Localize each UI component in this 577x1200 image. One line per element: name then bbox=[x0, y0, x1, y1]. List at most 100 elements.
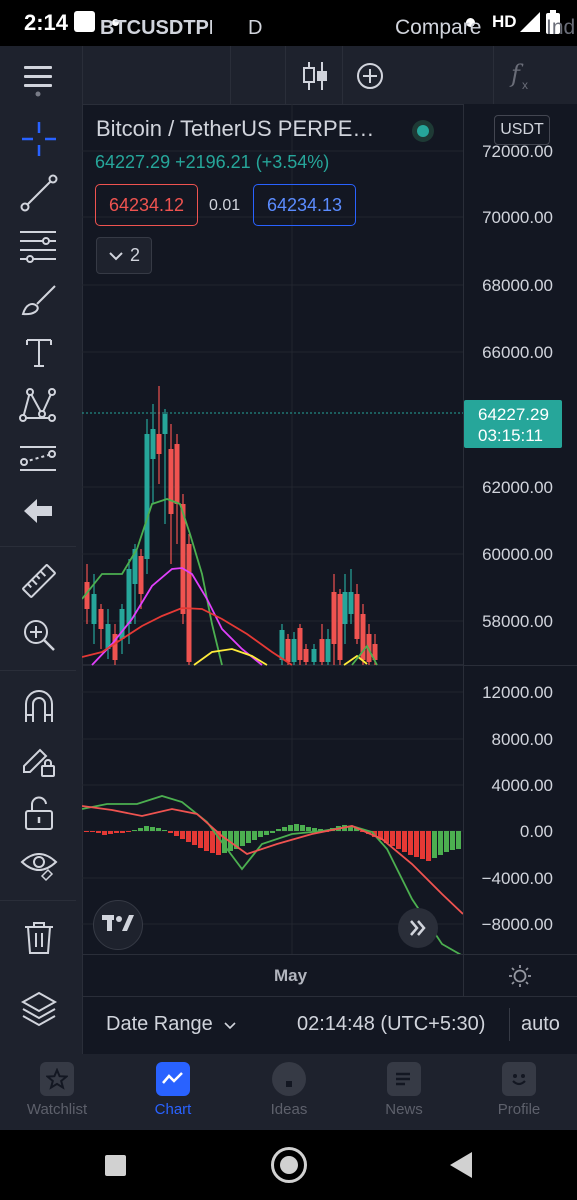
price-chart[interactable] bbox=[82, 104, 463, 954]
candle-body bbox=[162, 414, 168, 434]
back-icon[interactable] bbox=[450, 1152, 472, 1178]
magnet-icon[interactable] bbox=[20, 688, 58, 726]
change-percent: (+3.54%) bbox=[255, 152, 330, 172]
lock-drawing-icon[interactable] bbox=[20, 742, 58, 780]
last-price-axis-value: 64227.29 bbox=[478, 405, 549, 424]
nav-chart[interactable]: Chart bbox=[123, 1062, 223, 1126]
symbol-search-button[interactable]: BTCUSDTPE bbox=[100, 17, 212, 40]
indicator-tick: 12000.00 bbox=[482, 683, 553, 702]
status-time: 2:14 bbox=[24, 10, 69, 35]
collapse-studies-button[interactable]: 2 bbox=[96, 237, 152, 274]
tv-logo-icon bbox=[102, 915, 134, 931]
legend-values: 64227.29 +2196.21 (+3.54%) bbox=[95, 152, 329, 173]
candle-body bbox=[291, 639, 297, 662]
histogram-bar bbox=[240, 831, 245, 846]
function-icon[interactable]: f bbox=[511, 60, 520, 88]
text-icon[interactable] bbox=[22, 336, 56, 370]
nav-label: Ideas bbox=[270, 1101, 308, 1118]
recents-icon[interactable] bbox=[105, 1155, 126, 1176]
scroll-to-realtime-button[interactable] bbox=[398, 908, 438, 948]
ruler-icon[interactable] bbox=[20, 562, 58, 600]
home-icon[interactable] bbox=[271, 1147, 307, 1183]
price-tick: 70000.00 bbox=[482, 208, 553, 227]
candle-body bbox=[144, 434, 150, 559]
indicator-tick: −8000.00 bbox=[481, 915, 553, 934]
date-range-button[interactable]: Date Range bbox=[106, 1013, 236, 1036]
trend-line-icon[interactable] bbox=[20, 174, 58, 212]
candle-body bbox=[91, 594, 97, 624]
nav-profile[interactable]: Profile bbox=[469, 1062, 569, 1126]
nav-ideas[interactable]: Ideas bbox=[239, 1062, 339, 1126]
histogram-bar bbox=[138, 828, 143, 831]
pattern-icon[interactable] bbox=[18, 386, 58, 424]
indicator-tick: 4000.00 bbox=[491, 776, 553, 795]
histogram-bar bbox=[180, 831, 185, 839]
date-range-label: Date Range bbox=[106, 1013, 213, 1035]
compare-plus-icon[interactable] bbox=[356, 62, 384, 90]
sun-settings-icon bbox=[509, 965, 531, 987]
tradingview-logo[interactable] bbox=[93, 900, 143, 950]
interval-button[interactable]: D bbox=[248, 17, 262, 40]
compare-button[interactable]: Compare bbox=[395, 16, 481, 40]
candle-body bbox=[331, 592, 337, 644]
histogram-bar bbox=[120, 831, 125, 833]
forecast-icon[interactable] bbox=[18, 442, 58, 476]
trash-icon[interactable] bbox=[22, 920, 56, 956]
star-icon bbox=[40, 1062, 74, 1096]
status-bar: 2:14 HD bbox=[0, 0, 577, 46]
symbol-title[interactable]: Bitcoin / TetherUS PERPE… bbox=[96, 116, 374, 142]
eye-icon[interactable] bbox=[20, 846, 58, 884]
histogram-bar bbox=[84, 831, 89, 832]
top-toolbar bbox=[0, 46, 577, 105]
histogram-bar bbox=[96, 831, 101, 833]
candle-body bbox=[348, 592, 354, 614]
candle-body bbox=[311, 649, 317, 662]
brush-icon[interactable] bbox=[20, 282, 58, 318]
buy-button[interactable]: 64234.13 bbox=[253, 184, 356, 226]
studies-count: 2 bbox=[129, 245, 140, 265]
histogram-bar bbox=[204, 831, 209, 851]
indicators-button[interactable]: Ind bbox=[546, 16, 575, 40]
histogram-bar bbox=[174, 831, 179, 836]
menu-icon[interactable] bbox=[24, 64, 52, 98]
candle-body bbox=[303, 649, 309, 662]
histogram-bar bbox=[210, 831, 215, 853]
currency-button[interactable]: USDT bbox=[494, 115, 550, 145]
histogram-bar bbox=[192, 831, 197, 845]
zoom-in-icon[interactable] bbox=[20, 616, 58, 654]
nav-news[interactable]: News bbox=[354, 1062, 454, 1126]
function-x-icon: x bbox=[522, 78, 528, 92]
ma-green-line bbox=[82, 498, 223, 666]
histogram-bar bbox=[270, 831, 275, 833]
nav-watchlist[interactable]: Watchlist bbox=[7, 1062, 107, 1126]
crosshair-icon[interactable] bbox=[20, 120, 58, 158]
indicator-tick: 0.00 bbox=[519, 822, 553, 841]
fib-icon[interactable] bbox=[18, 228, 58, 264]
layers-icon[interactable] bbox=[20, 990, 58, 1028]
timezone-button[interactable]: 02:14:48 (UTC+5:30) bbox=[297, 1013, 485, 1036]
auto-scale-button[interactable]: auto bbox=[521, 1013, 560, 1036]
market-status-icon[interactable] bbox=[412, 120, 434, 142]
candle-body bbox=[337, 594, 343, 660]
signal-line bbox=[82, 805, 463, 915]
candles-style-icon[interactable] bbox=[301, 60, 329, 92]
news-icon bbox=[387, 1062, 421, 1096]
unlock-icon[interactable] bbox=[22, 796, 56, 832]
chart-settings-button[interactable] bbox=[463, 954, 577, 997]
bar-countdown: 03:15:11 bbox=[478, 426, 543, 445]
change-value: +2196.21 bbox=[175, 152, 251, 172]
histogram-bar bbox=[246, 831, 251, 843]
histogram-bar bbox=[282, 827, 287, 831]
time-axis[interactable] bbox=[82, 954, 463, 997]
sell-button[interactable]: 64234.12 bbox=[95, 184, 198, 226]
histogram-bar bbox=[306, 827, 311, 831]
candle-body bbox=[342, 592, 348, 624]
histogram-bar bbox=[252, 831, 257, 840]
back-arrow-icon[interactable] bbox=[22, 496, 56, 526]
nav-label: Chart bbox=[154, 1101, 192, 1118]
histogram-bar bbox=[312, 828, 317, 831]
histogram-bar bbox=[258, 831, 263, 837]
candle-body bbox=[325, 639, 331, 662]
price-tick: 68000.00 bbox=[482, 276, 553, 295]
macd-histogram bbox=[84, 824, 461, 861]
